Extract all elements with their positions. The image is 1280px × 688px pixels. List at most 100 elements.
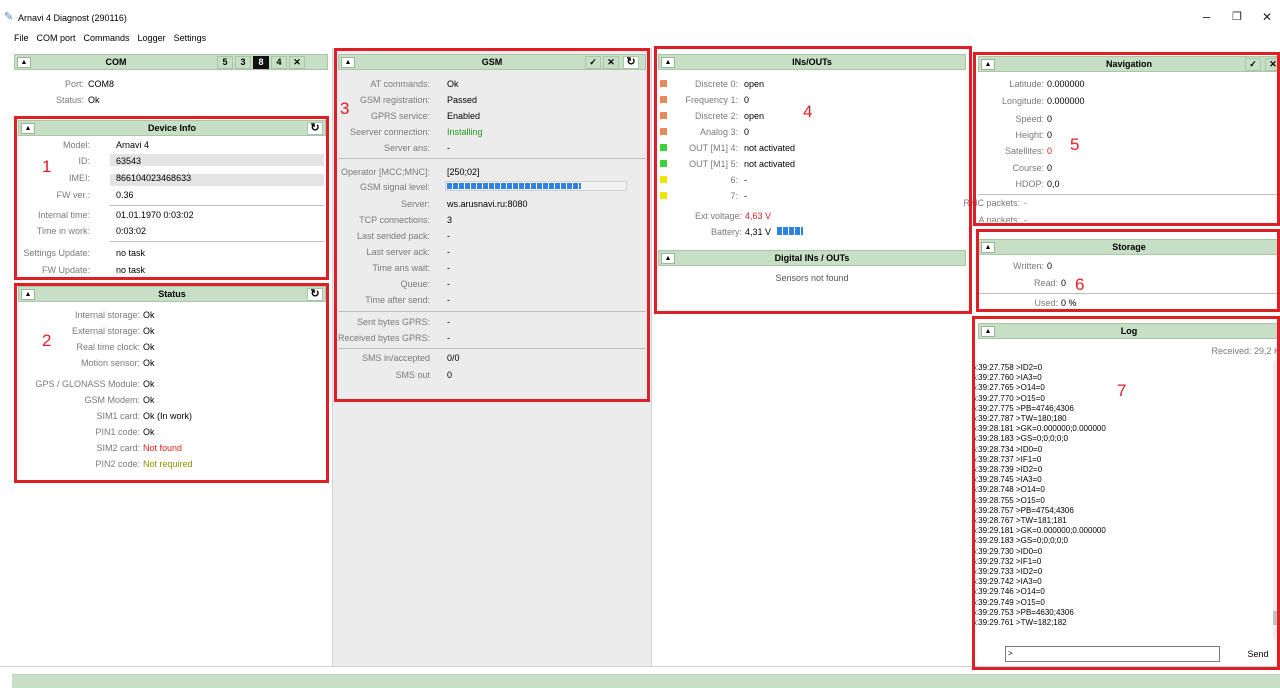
gsm-row: Sent bytes GPRS: - [338, 316, 644, 328]
menu-logger[interactable]: Logger [134, 31, 170, 45]
row-label: Analog 3: [699, 127, 738, 137]
com-disconnect-button[interactable]: ✕ [289, 56, 305, 69]
gsm-row: Server ans: - [338, 142, 644, 154]
row-label: Operator [MCC;MNC]: [340, 167, 430, 177]
row-label: Sent bytes GPRS: [356, 317, 430, 327]
collapse-device-info-button[interactable]: ▲ [21, 123, 35, 134]
row-value: Ok [143, 395, 155, 405]
menu-settings[interactable]: Settings [170, 31, 211, 45]
log-line: 16:39:29.183 >GS=0;0;0;0;0 [972, 536, 1068, 546]
gsm-row: SMS out 0 [338, 369, 644, 381]
collapse-status-button[interactable]: ▲ [21, 289, 35, 300]
annotation-number-6: 6 [1075, 275, 1085, 294]
log-line: 16:39:28.757 >PB=4754;4306 [972, 505, 1074, 515]
row-value: Ok [447, 79, 459, 89]
collapse-ins-outs-button[interactable]: ▲ [661, 57, 675, 68]
log-scroll-thumb[interactable] [1273, 611, 1280, 625]
app-icon: ✎ [4, 11, 14, 23]
com-status-value: Ok [88, 95, 100, 105]
row-value: Ok [143, 342, 155, 352]
collapse-navigation-button[interactable]: ▲ [981, 59, 995, 70]
row-label: PIN1 code: [95, 427, 140, 437]
refresh-icon[interactable]: ↻ [307, 122, 323, 135]
row-label: RMC packets: [963, 198, 1020, 208]
row-value: - [744, 175, 747, 185]
separator [978, 293, 1280, 294]
row-value: 01.01.1970 0:03:02 [116, 210, 194, 220]
row-label: Internal storage: [74, 310, 140, 320]
menu-com-port[interactable]: COM port [33, 31, 80, 45]
row-value: 0 [1061, 278, 1067, 288]
row-label: GPS / GLONASS Module: [35, 379, 140, 389]
gsm-close-button[interactable]: ✕ [603, 56, 619, 69]
minimize-button[interactable]: – [1203, 10, 1210, 24]
status-row: Motion sensor: Ok [18, 357, 324, 369]
log-line: 16:39:29.730 >ID0=0 [972, 546, 1043, 556]
annotation-number-2: 2 [42, 331, 52, 350]
row-value: 0 [1047, 163, 1053, 173]
maximize-button[interactable]: ❐ [1232, 10, 1242, 24]
refresh-icon[interactable]: ↻ [623, 56, 639, 69]
gsm-row: Received bytes GPRS: - [338, 332, 644, 344]
log-output[interactable]: 16:39:27.758 >ID2=0 16:39:27.760 >IA3=0 16… [972, 361, 1280, 639]
log-command-input[interactable]: > [1005, 646, 1220, 662]
row-label: 7: [730, 191, 738, 201]
log-line: 16:39:29.733 >ID2=0 [972, 567, 1043, 576]
battery-row: Battery: 4,31 V [658, 226, 964, 238]
row-label: ID: [78, 156, 90, 166]
gsm-row: TCP connections: 3 [338, 214, 644, 226]
row-value: Ok [143, 310, 155, 320]
separator [978, 194, 1280, 195]
log-scrollbar[interactable] [1273, 361, 1280, 639]
row-label: OUT [M1] 4: [689, 143, 738, 153]
menu-bar: File COM port Commands Logger Settings [0, 31, 210, 45]
row-label: Seerver connection: [349, 127, 430, 137]
row-value: 0 [447, 370, 453, 380]
row-label: PIN2 code: [95, 459, 140, 469]
ins-outs-header: ▲ INs/OUTs [658, 54, 966, 70]
menu-commands[interactable]: Commands [80, 31, 134, 45]
collapse-log-button[interactable]: ▲ [981, 326, 995, 337]
status-panel-header: ▲ Status ↻ [18, 286, 326, 302]
status-row: External storage: Ok [18, 325, 324, 337]
row-value: 0 [1047, 146, 1053, 156]
column-ins-outs [652, 48, 972, 666]
com-port-5-button[interactable]: 5 [217, 56, 233, 69]
log-line: 16:39:29.732 >IF1=0 [972, 556, 1042, 566]
close-button[interactable]: ✕ [1262, 10, 1272, 24]
log-line: 16:39:28.745 >IA3=0 [972, 475, 1042, 485]
ext-voltage-row: Ext voltage: 4,63 V [658, 210, 964, 222]
com-port-8-button[interactable]: 8 [253, 56, 269, 69]
log-line: 16:39:27.775 >PB=4746;4306 [972, 403, 1074, 413]
com-panel-header: ▲ COM 5 3 8 4 ✕ [14, 54, 328, 70]
row-value: Ok [143, 379, 155, 389]
device-settings-update-row: Settings Update: no task [18, 247, 324, 259]
navigation-apply-button[interactable]: ✓ [1245, 58, 1261, 71]
refresh-icon[interactable]: ↻ [307, 288, 323, 301]
navigation-close-button[interactable]: ✕ [1265, 58, 1280, 71]
collapse-gsm-button[interactable]: ▲ [341, 57, 355, 68]
com-port-4-button[interactable]: 4 [271, 56, 287, 69]
gsm-apply-button[interactable]: ✓ [585, 56, 601, 69]
collapse-com-button[interactable]: ▲ [17, 57, 31, 68]
collapse-digital-button[interactable]: ▲ [661, 253, 675, 264]
send-button[interactable]: Send [1236, 646, 1280, 662]
separator [110, 205, 324, 206]
com-port-3-button[interactable]: 3 [235, 56, 251, 69]
log-line: 16:39:28.748 >O14=0 [972, 485, 1045, 495]
row-label: Longitude: [1001, 96, 1044, 106]
log-line: 16:39:28.767 >TW=181;181 [972, 516, 1067, 525]
row-value: 4,63 V [745, 211, 772, 221]
annotation-number-1: 1 [42, 157, 52, 176]
row-value: 0.36 [116, 190, 134, 200]
row-value: - [447, 295, 450, 305]
row-value: not activated [744, 143, 796, 153]
collapse-storage-button[interactable]: ▲ [981, 242, 995, 253]
row-value: 0,0 [1047, 179, 1060, 189]
row-label: Read: [1033, 278, 1058, 288]
gsm-signal-fill [447, 183, 581, 189]
row-value: - [447, 279, 450, 289]
row-value: - [447, 263, 450, 273]
row-value: 3 [447, 215, 453, 225]
menu-file[interactable]: File [0, 31, 33, 45]
